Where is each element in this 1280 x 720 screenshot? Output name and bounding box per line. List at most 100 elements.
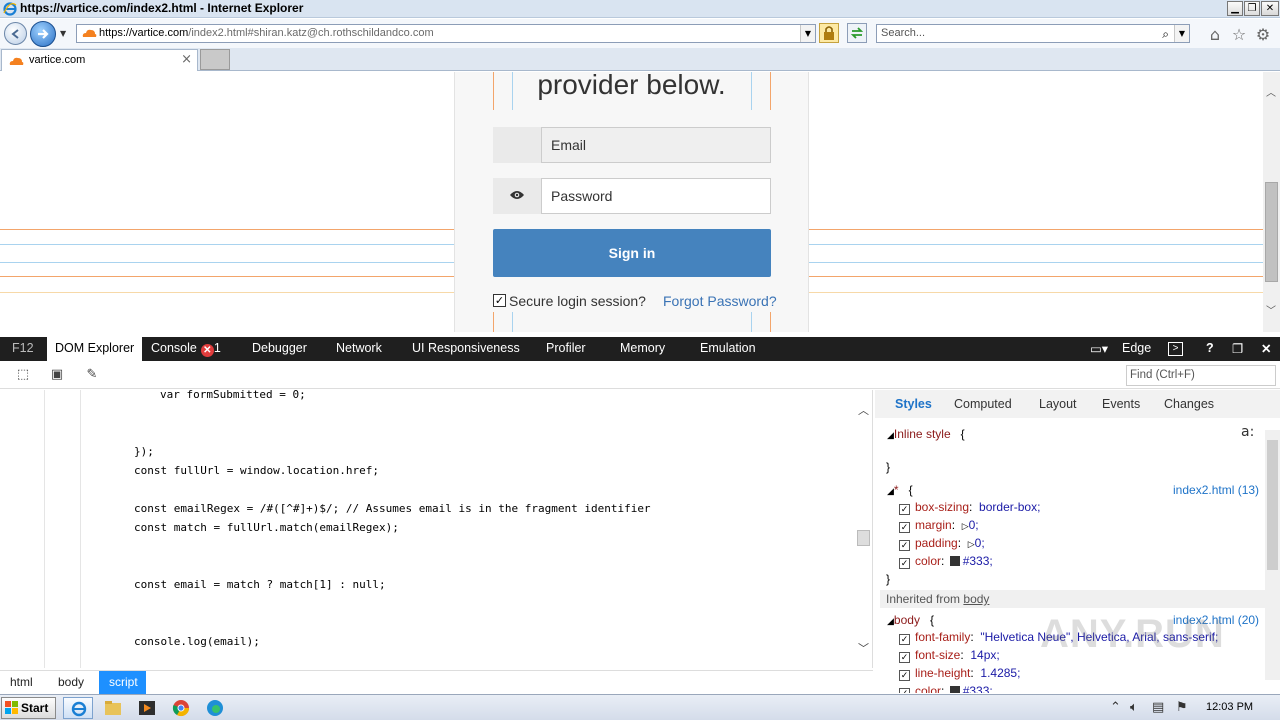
color-swatch[interactable] [949, 686, 960, 693]
find-input[interactable]: Find (Ctrl+F) [1126, 365, 1276, 386]
taskbar-chrome-icon[interactable] [166, 697, 196, 719]
tray-up-arrow-icon[interactable]: ⌃ [1110, 700, 1121, 715]
lock-icon[interactable] [819, 23, 839, 43]
code-scrollbar[interactable]: ︿ ﹀ [855, 400, 872, 662]
code-line: console.log(email); [134, 635, 260, 648]
tab-computed[interactable]: Computed [954, 397, 1012, 411]
tab-emulation[interactable]: Emulation [700, 341, 756, 355]
inherited-from-link[interactable]: body [963, 592, 989, 606]
code-line: const email = match ? match[1] : null; [134, 578, 386, 591]
scroll-down-icon[interactable]: ﹀ [1266, 302, 1276, 317]
volume-icon[interactable]: 🔈︎ [1130, 700, 1138, 715]
taskbar-media-player-icon[interactable] [132, 697, 162, 719]
tab-profiler[interactable]: Profiler [546, 341, 586, 355]
document-mode-label[interactable]: Edge [1122, 341, 1151, 355]
style-property-row[interactable]: ✓ font-size: 14px; [899, 648, 1000, 663]
breadcrumb-body[interactable]: body [58, 675, 84, 689]
help-icon[interactable]: ? [1206, 341, 1214, 355]
tab-memory[interactable]: Memory [620, 341, 665, 355]
address-dropdown-icon[interactable]: ▼ [800, 25, 815, 42]
tab-debugger[interactable]: Debugger [252, 341, 307, 355]
style-property-row[interactable]: ✓ box-sizing: border-box; [899, 500, 1040, 515]
rule-body-selector: ◢body { [887, 613, 934, 627]
search-dropdown-icon[interactable]: ▼ [1174, 25, 1189, 42]
scroll-thumb[interactable] [1265, 182, 1278, 282]
sign-in-button[interactable]: Sign in [493, 229, 771, 277]
code-line: var formSubmitted = 0; [160, 390, 306, 401]
forward-button[interactable] [30, 21, 56, 47]
start-button[interactable]: Start [1, 697, 56, 719]
decor-line [0, 276, 477, 277]
page-scrollbar[interactable]: ︿ ﹀ [1263, 72, 1280, 332]
color-swatch[interactable] [949, 556, 960, 566]
tab-changes[interactable]: Changes [1164, 397, 1214, 411]
tab-network[interactable]: Network [336, 341, 382, 355]
style-property-row[interactable]: ✓ color: #333; [899, 684, 993, 693]
tab-console[interactable]: Console ✕ 1 [151, 341, 221, 357]
search-icon[interactable]: ⌕ [1162, 27, 1169, 42]
search-box[interactable]: Search... ⌕ ▼ [876, 24, 1190, 43]
decor-line [512, 312, 513, 332]
compatibility-refresh-icon[interactable] [847, 23, 867, 43]
breadcrumb-script[interactable]: script [99, 671, 146, 694]
style-property-row[interactable]: ✓ margin: ▷0; [899, 518, 979, 533]
tab-layout[interactable]: Layout [1039, 397, 1077, 411]
back-button[interactable] [4, 22, 27, 45]
address-bar[interactable]: https://vartice.com/index2.html#shiran.k… [76, 24, 816, 43]
taskbar-ie-icon[interactable] [63, 697, 93, 719]
minimize-button[interactable]: ▁ [1227, 1, 1243, 16]
password-field[interactable]: Password [541, 178, 771, 214]
tab-vartice[interactable]: vartice.com × [1, 49, 198, 71]
style-property-row[interactable]: ✓ color: #333; [899, 554, 993, 569]
device-mode-icon[interactable]: ▭▾ [1090, 341, 1108, 356]
tab-styles[interactable]: Styles [895, 397, 932, 411]
windows-flag-icon [5, 701, 18, 714]
password-addon[interactable] [493, 178, 541, 214]
text-size-icon[interactable]: a: [1241, 424, 1254, 440]
eye-icon[interactable] [509, 189, 525, 201]
error-icon: ✕ [200, 344, 214, 357]
network-icon[interactable]: ▤ [1152, 700, 1164, 715]
close-window-button[interactable]: ✕ [1261, 1, 1279, 16]
rule-source-link[interactable]: index2.html (13) [1173, 483, 1259, 497]
style-property-row[interactable]: ✓ padding: ▷0; [899, 536, 985, 551]
tab-dom-explorer[interactable]: DOM Explorer [47, 337, 143, 361]
settings-gear-icon[interactable]: ⚙ [1254, 26, 1272, 44]
scroll-up-icon[interactable]: ︿ [858, 402, 869, 418]
action-center-flag-icon[interactable]: ⚑ [1176, 700, 1188, 715]
styles-scrollbar[interactable] [1265, 430, 1280, 680]
scroll-thumb[interactable] [857, 530, 870, 546]
taskbar-explorer-icon[interactable] [98, 697, 128, 719]
code-gutter [80, 390, 81, 668]
scroll-thumb[interactable] [1267, 440, 1278, 570]
highlight-elements-icon[interactable]: ▣ [48, 366, 66, 384]
taskbar-edge-icon[interactable] [200, 697, 230, 719]
console-toggle-icon[interactable]: > [1168, 342, 1183, 356]
scroll-up-icon[interactable]: ︿ [1266, 84, 1276, 99]
ie-logo-icon [3, 2, 17, 16]
scroll-down-icon[interactable]: ﹀ [858, 640, 869, 656]
email-field[interactable]: Email [541, 127, 771, 163]
forgot-password-link[interactable]: Forgot Password? [663, 293, 777, 309]
tab-ui-responsiveness[interactable]: UI Responsiveness [412, 341, 520, 355]
close-tab-icon[interactable]: × [181, 52, 192, 67]
taskbar-clock: 12:03 PM [1206, 701, 1254, 713]
restore-button[interactable]: ❐ [1244, 1, 1260, 16]
tab-events[interactable]: Events [1102, 397, 1140, 411]
home-icon[interactable]: ⌂ [1206, 26, 1224, 44]
breadcrumb-html[interactable]: html [10, 675, 33, 689]
secure-session-checkbox[interactable]: ✓ [493, 294, 506, 307]
select-element-icon[interactable]: ⬚ [14, 366, 32, 384]
tab-f12[interactable]: F12 [12, 341, 34, 355]
favorites-star-icon[interactable]: ☆ [1230, 26, 1248, 44]
code-line: }); [134, 445, 154, 458]
inline-style-rule: ◢Inline style { [887, 427, 965, 441]
style-property-row[interactable]: ✓ line-height: 1.4285; [899, 666, 1020, 681]
close-devtools-icon[interactable]: ✕ [1261, 341, 1271, 356]
code-line: const emailRegex = /#([^#]+)$/; // Assum… [134, 502, 651, 515]
undock-icon[interactable]: ❐ [1232, 341, 1243, 356]
new-tab-button[interactable] [200, 49, 230, 70]
color-picker-icon[interactable]: ✎ [83, 366, 101, 384]
decor-line [0, 244, 477, 245]
history-dropdown-icon[interactable]: ▼ [60, 29, 66, 38]
